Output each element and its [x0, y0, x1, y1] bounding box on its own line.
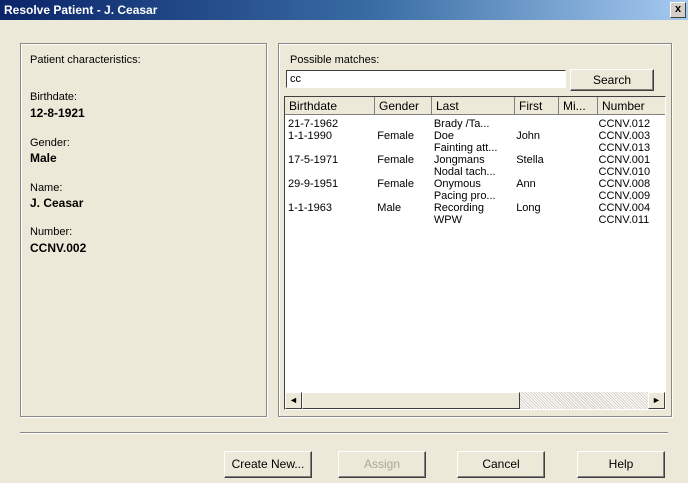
list-item[interactable]: 1-1-1990 Female Doe John CCNV.003 — [285, 130, 665, 142]
title-bar: Resolve Patient - J. Ceasar x — [0, 0, 688, 20]
cell-birthdate: 1-1-1963 — [288, 202, 333, 214]
cell-first — [513, 214, 557, 226]
cell-middle — [557, 202, 596, 214]
cell-birthdate: 17-5-1971 — [288, 154, 339, 166]
scroll-track[interactable] — [520, 392, 648, 409]
create-new-button[interactable]: Create New... — [224, 451, 312, 478]
cell-last: Jongmans — [433, 154, 485, 166]
list-item[interactable]: 1-1-1963 Male Recording Long CCNV.004 — [285, 202, 665, 214]
cell-middle — [557, 142, 596, 154]
cell-number: CCNV.001 — [598, 154, 651, 166]
cell-last: Pacing pro... — [433, 190, 496, 202]
cell-birthdate: 29-9-1951 — [288, 178, 339, 190]
cell-birthdate: 1-1-1990 — [288, 130, 333, 142]
list-item[interactable]: 21-7-1962 Brady /Ta... CCNV.012 — [285, 118, 665, 130]
cell-first: Stella — [516, 154, 544, 166]
scroll-right-icon[interactable]: ► — [648, 392, 665, 409]
cell-gender: Female — [377, 178, 414, 190]
cell-gender — [374, 214, 431, 226]
cell-middle — [557, 118, 596, 130]
list-item[interactable]: 17-5-1971 Female Jongmans Stella CCNV.001 — [285, 154, 665, 166]
cell-last: Onymous — [433, 178, 481, 190]
cell-number: CCNV.012 — [598, 118, 651, 130]
help-button[interactable]: Help — [577, 451, 665, 478]
possible-matches-label: Possible matches: — [290, 54, 380, 66]
horizontal-scrollbar[interactable]: ◄ ► — [285, 392, 665, 409]
scroll-thumb[interactable] — [302, 392, 520, 409]
name-value: J. Ceasar — [30, 196, 84, 210]
cell-number: CCNV.008 — [598, 178, 651, 190]
list-item[interactable]: 29-9-1951 Female Onymous Ann CCNV.008 — [285, 178, 665, 190]
cell-middle — [557, 130, 596, 142]
cell-number: CCNV.003 — [598, 130, 651, 142]
cell-number: CCNV.013 — [598, 142, 651, 154]
list-header: Birthdate Gender Last First Mi... Number — [285, 97, 665, 115]
cell-middle — [557, 178, 596, 190]
birthdate-value: 12-8-1921 — [30, 106, 85, 120]
name-label: Name: — [30, 182, 63, 194]
cell-gender — [374, 142, 431, 154]
list-item[interactable]: Nodal tach... CCNV.010 — [285, 166, 665, 178]
close-button[interactable]: x — [670, 2, 686, 18]
separator-line — [20, 432, 668, 434]
cell-birthdate: 21-7-1962 — [288, 118, 339, 130]
cell-last: Nodal tach... — [433, 166, 496, 178]
column-header-last[interactable]: Last — [432, 97, 515, 115]
list-item[interactable]: WPW CCNV.011 — [285, 214, 665, 226]
birthdate-label: Birthdate: — [30, 91, 78, 103]
column-header-middle[interactable]: Mi... — [559, 97, 598, 115]
cell-first: John — [516, 130, 541, 142]
scroll-left-icon[interactable]: ◄ — [285, 392, 302, 409]
column-header-gender[interactable]: Gender — [375, 97, 432, 115]
cell-number: CCNV.010 — [598, 166, 651, 178]
cell-number: CCNV.011 — [598, 214, 650, 226]
cell-birthdate — [285, 142, 374, 154]
gender-label: Gender: — [30, 137, 70, 149]
cell-first: Ann — [516, 178, 536, 190]
cell-last: WPW — [433, 214, 462, 226]
cell-first — [513, 142, 557, 154]
cell-birthdate — [285, 190, 374, 202]
cell-last: Brady /Ta... — [433, 118, 490, 130]
list-item[interactable]: Pacing pro... CCNV.009 — [285, 190, 665, 202]
number-label: Number: — [30, 226, 73, 238]
cell-last: Recording — [433, 202, 484, 214]
cell-gender: Female — [377, 154, 414, 166]
cell-first: Long — [516, 202, 541, 214]
cell-middle — [557, 154, 596, 166]
list-rows: 21-7-1962 Brady /Ta... CCNV.012 1-1-1990 Fem… — [285, 118, 665, 226]
list-item[interactable]: Fainting att... CCNV.013 — [285, 142, 665, 154]
gender-value: Male — [30, 151, 57, 165]
cancel-button[interactable]: Cancel — [457, 451, 545, 478]
cell-last: Fainting att... — [433, 142, 498, 154]
window-title: Resolve Patient - J. Ceasar — [4, 3, 158, 17]
cell-middle — [557, 214, 596, 226]
cell-gender — [374, 190, 431, 202]
cell-number: CCNV.004 — [598, 202, 651, 214]
patient-section-title: Patient characteristics: — [30, 54, 141, 66]
cell-first — [513, 118, 557, 130]
column-header-number[interactable]: Number — [598, 97, 665, 115]
cell-first — [513, 166, 557, 178]
cell-middle — [557, 190, 596, 202]
cell-number: CCNV.009 — [598, 190, 651, 202]
cell-last: Doe — [433, 130, 455, 142]
cell-birthdate — [285, 214, 374, 226]
assign-button[interactable]: Assign — [338, 451, 426, 478]
cell-gender — [374, 166, 431, 178]
column-header-birthdate[interactable]: Birthdate — [285, 97, 375, 115]
cell-gender: Female — [377, 130, 414, 142]
column-header-first[interactable]: First — [515, 97, 559, 115]
matches-list[interactable]: Birthdate Gender Last First Mi... Number… — [284, 96, 666, 410]
cell-middle — [557, 166, 596, 178]
cell-birthdate — [285, 166, 374, 178]
number-value: CCNV.002 — [30, 241, 87, 255]
cell-gender: Male — [377, 202, 402, 214]
search-input[interactable] — [286, 70, 566, 88]
search-button[interactable]: Search — [570, 69, 654, 91]
cell-gender — [374, 118, 431, 130]
cell-first — [513, 190, 557, 202]
